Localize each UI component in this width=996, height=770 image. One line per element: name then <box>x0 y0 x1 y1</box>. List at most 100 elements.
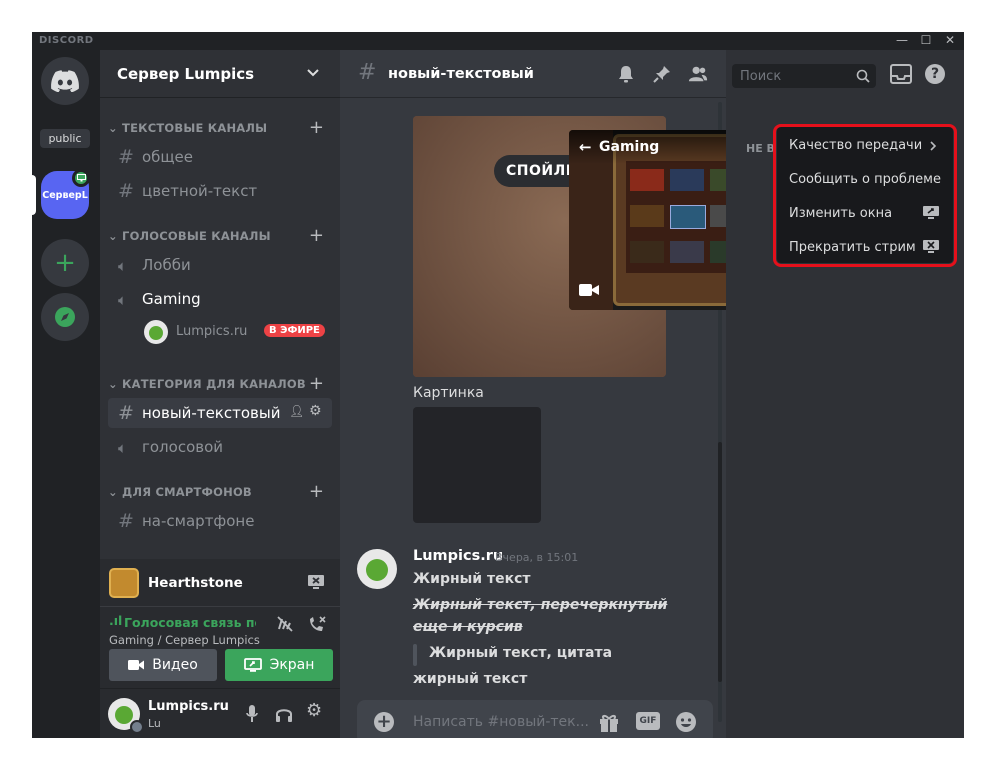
add-channel-icon[interactable]: + <box>309 483 324 501</box>
disconnect-call-icon[interactable] <box>307 615 327 633</box>
category-label: ДЛЯ СМАРТФОНОВ <box>122 485 252 499</box>
add-server-button[interactable]: + <box>41 239 89 287</box>
attached-image[interactable] <box>413 407 541 523</box>
highlight-box <box>773 124 957 267</box>
category-channels[interactable]: ⌄ КАТЕГОРИЯ ДЛЯ КАНАЛОВ <box>108 377 306 391</box>
hearthstone-game-icon <box>109 568 139 598</box>
channel-title: новый-текстовый <box>388 66 534 82</box>
speaker-icon: 🔈︎ <box>118 291 128 309</box>
pin-icon[interactable] <box>652 64 672 84</box>
screen-share-icon <box>243 658 262 672</box>
discord-logo-icon <box>51 70 79 92</box>
category-text-channels[interactable]: ⌄ ТЕКСТОВЫЕ КАНАЛЫ <box>108 121 267 135</box>
message-line-bold: Жирный текст <box>413 571 531 587</box>
microphone-icon[interactable] <box>246 705 258 723</box>
channel-label: голосовой <box>142 438 224 456</box>
maximize-icon[interactable]: ☐ <box>916 32 936 50</box>
message-input[interactable]: Написать #новый-тек... <box>413 714 589 730</box>
voice-location[interactable]: Gaming / Сервер Lumpics <box>109 633 260 647</box>
user-settings-gear-icon[interactable]: ⚙ <box>306 700 322 721</box>
chevron-down-icon <box>307 69 319 77</box>
signal-icon: .ıl <box>109 613 123 628</box>
stop-stream-icon[interactable] <box>308 575 324 589</box>
server-lumpics-label: СерверL <box>42 189 88 201</box>
members-section-header: НЕ В <box>746 142 775 155</box>
discord-home-button[interactable] <box>41 57 89 105</box>
message-timestamp: Вчера, в 15:01 <box>495 551 579 564</box>
noise-suppression-icon[interactable] <box>276 615 294 633</box>
close-icon[interactable]: ✕ <box>940 32 960 50</box>
hashtag-thread-icon: # <box>118 402 134 424</box>
search-input[interactable]: Поиск <box>740 69 781 84</box>
channel-label: новый-текстовый <box>142 404 281 422</box>
screen-share-button[interactable]: Экран <box>225 649 333 681</box>
game-name: Hearthstone <box>148 575 243 591</box>
hashtag-thread-icon: # <box>118 510 134 532</box>
streaming-monitor-icon <box>72 169 90 187</box>
voice-user-lumpics[interactable]: Lumpics.ru В ЭФИРЕ <box>144 318 334 346</box>
server-header[interactable]: Сервер Lumpics <box>100 50 340 98</box>
chat-scrollbar-thumb[interactable] <box>718 442 722 682</box>
compass-icon <box>55 307 75 327</box>
plus-icon: + <box>54 248 76 278</box>
voice-status: Голосовая связь подк <box>124 615 256 630</box>
member-list-icon[interactable] <box>688 64 708 84</box>
message-author[interactable]: Lumpics.ru <box>413 548 503 564</box>
category-voice-channels[interactable]: ⌄ ГОЛОСОВЫЕ КАНАЛЫ <box>108 229 271 243</box>
username: Lumpics.ru <box>148 699 229 714</box>
server-name: Сервер Lumpics <box>117 65 255 83</box>
bell-icon[interactable] <box>616 64 636 84</box>
activity-panel: Hearthstone <box>100 559 340 607</box>
inbox-icon[interactable] <box>890 64 912 84</box>
quote-bar <box>413 644 417 666</box>
category-phones[interactable]: ⌄ ДЛЯ СМАРТФОНОВ <box>108 485 252 499</box>
server-list: public СерверL + <box>32 50 100 738</box>
invite-icon[interactable]: 👤︎ <box>289 404 304 418</box>
video-button[interactable]: Видео <box>109 649 217 681</box>
hashtag-icon: # <box>118 146 134 168</box>
avatar <box>144 320 168 344</box>
user-panel: Lumpics.ru Lu ⚙ <box>100 688 340 738</box>
discord-wordmark: DISCORD <box>39 35 94 46</box>
channel-new-text[interactable]: # новый-текстовый 👤︎ ⚙ <box>108 398 332 428</box>
message-avatar[interactable] <box>357 549 397 589</box>
channel-gaming[interactable]: 🔈︎ Gaming <box>108 284 332 314</box>
voice-user-name: Lumpics.ru <box>176 324 248 339</box>
message-input-bar: + Написать #новый-тек... GIF <box>357 700 713 738</box>
channel-on-phone[interactable]: # на-смартфоне <box>108 506 332 536</box>
message-line-strike-2: еще и курсив <box>413 619 523 635</box>
back-arrow-icon[interactable]: ← <box>579 138 592 156</box>
add-channel-icon[interactable]: + <box>309 375 324 393</box>
add-channel-icon[interactable]: + <box>309 119 324 137</box>
chat-header: # новый-текстовый <box>340 50 726 98</box>
channel-voice[interactable]: 🔈︎ голосовой <box>108 432 332 462</box>
channel-general[interactable]: # общее <box>108 142 332 172</box>
emoji-icon[interactable] <box>675 711 697 733</box>
minimize-icon[interactable]: — <box>892 32 912 50</box>
public-server-label[interactable]: public <box>40 129 90 148</box>
channel-label: Лобби <box>142 256 191 274</box>
search-icon <box>856 69 870 83</box>
category-label: ГОЛОСОВЫЕ КАНАЛЫ <box>122 229 271 243</box>
video-camera-icon <box>128 660 145 670</box>
chat-area: # новый-текстовый СПОЙЛЕ Картинка Lumpic… <box>340 50 889 738</box>
screen-button-label: Экран <box>269 657 315 673</box>
channel-label: цветной-текст <box>142 182 258 200</box>
search-box[interactable]: Поиск <box>732 64 876 88</box>
title-bar: DISCORD — ☐ ✕ <box>32 32 964 50</box>
channel-lobby[interactable]: 🔈︎ Лобби <box>108 250 332 280</box>
stream-camera-icon[interactable] <box>579 283 599 297</box>
add-channel-icon[interactable]: + <box>309 227 324 245</box>
gift-icon[interactable] <box>598 711 620 733</box>
attach-plus-icon[interactable]: + <box>374 712 394 732</box>
help-icon[interactable]: ? <box>925 64 945 84</box>
gear-icon[interactable]: ⚙ <box>309 403 322 419</box>
server-lumpics-button[interactable]: СерверL <box>41 169 90 219</box>
live-badge: В ЭФИРЕ <box>264 324 325 337</box>
channel-color-text[interactable]: # цветной-текст <box>108 176 332 206</box>
speaker-icon: 🔈︎ <box>118 257 128 275</box>
headphones-icon[interactable] <box>275 705 293 723</box>
channel-sidebar: Сервер Lumpics ⌄ ТЕКСТОВЫЕ КАНАЛЫ + # об… <box>100 50 340 738</box>
gif-button[interactable]: GIF <box>636 712 660 730</box>
explore-servers-button[interactable] <box>41 293 89 341</box>
